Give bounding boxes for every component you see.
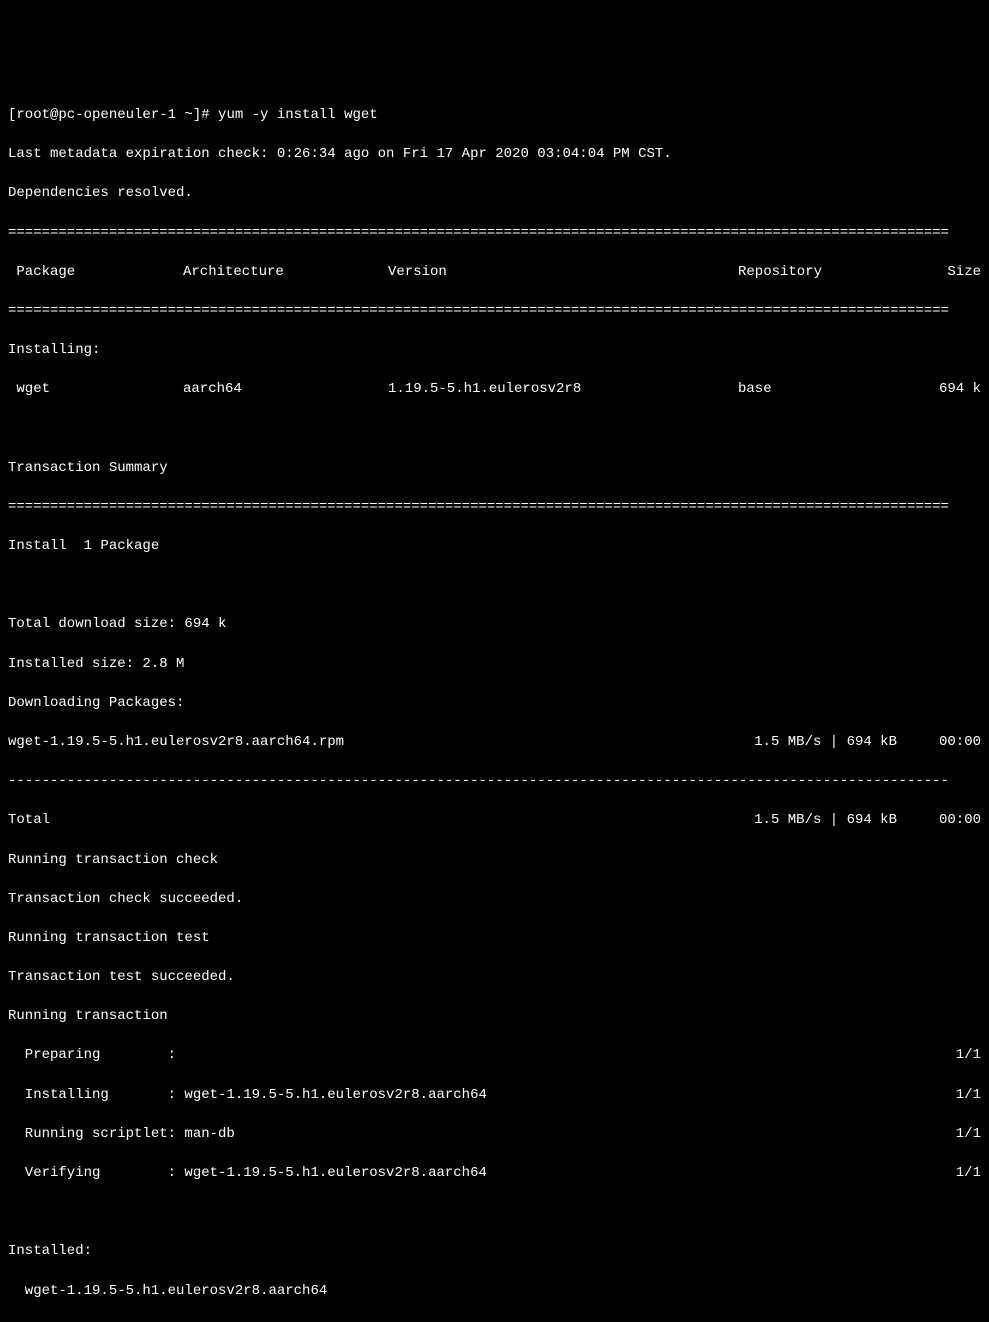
divider: ----------------------------------------… — [8, 772, 981, 792]
header-version: Version — [388, 263, 738, 283]
header-size: Size — [947, 263, 981, 283]
trans-test-ok: Transaction test succeeded. — [8, 968, 981, 988]
step-install: Installing : wget-1.19.5-5.h1.eulerosv2r… — [8, 1086, 487, 1106]
progress: 1/1 — [956, 1164, 981, 1184]
header-arch: Architecture — [183, 263, 388, 283]
package-row: wgetaarch641.19.5-5.h1.eulerosv2r8base 69… — [8, 380, 981, 400]
installed-label: Installed: — [8, 1242, 981, 1262]
header-package: Package — [8, 263, 183, 283]
transaction-summary: Transaction Summary — [8, 459, 981, 479]
pkg-repo: base — [738, 380, 772, 400]
command-text: yum -y install wget — [218, 107, 378, 123]
total-row: Total 1.5 MB/s | 694 kB 00:00 — [8, 811, 981, 831]
pkg-size: 694 k — [939, 380, 981, 400]
trans-check: Running transaction check — [8, 851, 981, 871]
progress: 1/1 — [956, 1125, 981, 1145]
step-row: Running scriptlet: man-db 1/1 — [8, 1125, 981, 1145]
trans-check-ok: Transaction check succeeded. — [8, 890, 981, 910]
trans-run: Running transaction — [8, 1007, 981, 1027]
step-row: Verifying : wget-1.19.5-5.h1.eulerosv2r8… — [8, 1164, 981, 1184]
header-repo: Repository — [738, 263, 822, 283]
installing-label: Installing: — [8, 341, 981, 361]
deps-resolved: Dependencies resolved. — [8, 184, 981, 204]
divider: ========================================… — [8, 302, 981, 322]
step-scriptlet: Running scriptlet: man-db — [8, 1125, 235, 1145]
rpm-stats: 1.5 MB/s | 694 kB 00:00 — [754, 733, 981, 753]
pkg-version: 1.19.5-5.h1.eulerosv2r8 — [388, 380, 738, 400]
installed-size: Installed size: 2.8 M — [8, 655, 981, 675]
total-stats: 1.5 MB/s | 694 kB 00:00 — [754, 811, 981, 831]
downloading-label: Downloading Packages: — [8, 694, 981, 714]
step-verify: Verifying : wget-1.19.5-5.h1.eulerosv2r8… — [8, 1164, 487, 1184]
metadata-line: Last metadata expiration check: 0:26:34 … — [8, 145, 981, 165]
download-row: wget-1.19.5-5.h1.eulerosv2r8.aarch64.rpm… — [8, 733, 981, 753]
rpm-name: wget-1.19.5-5.h1.eulerosv2r8.aarch64.rpm — [8, 733, 344, 753]
installed-pkg: wget-1.19.5-5.h1.eulerosv2r8.aarch64 — [8, 1282, 981, 1302]
step-row: Preparing : 1/1 — [8, 1046, 981, 1066]
progress: 1/1 — [956, 1046, 981, 1066]
trans-test: Running transaction test — [8, 929, 981, 949]
shell-prompt: [root@pc-openeuler-1 ~]# — [8, 107, 218, 123]
pkg-arch: aarch64 — [183, 380, 388, 400]
divider: ========================================… — [8, 498, 981, 518]
download-size: Total download size: 694 k — [8, 615, 981, 635]
pkg-name: wget — [8, 380, 183, 400]
step-prepare: Preparing : — [8, 1046, 176, 1066]
divider: ========================================… — [8, 224, 981, 244]
install-count: Install 1 Package — [8, 537, 981, 557]
step-row: Installing : wget-1.19.5-5.h1.eulerosv2r… — [8, 1086, 981, 1106]
table-header: PackageArchitectureVersionRepository Size — [8, 263, 981, 283]
terminal-output: [root@pc-openeuler-1 ~]# yum -y install … — [8, 86, 981, 1322]
total-label: Total — [8, 811, 50, 831]
progress: 1/1 — [956, 1086, 981, 1106]
